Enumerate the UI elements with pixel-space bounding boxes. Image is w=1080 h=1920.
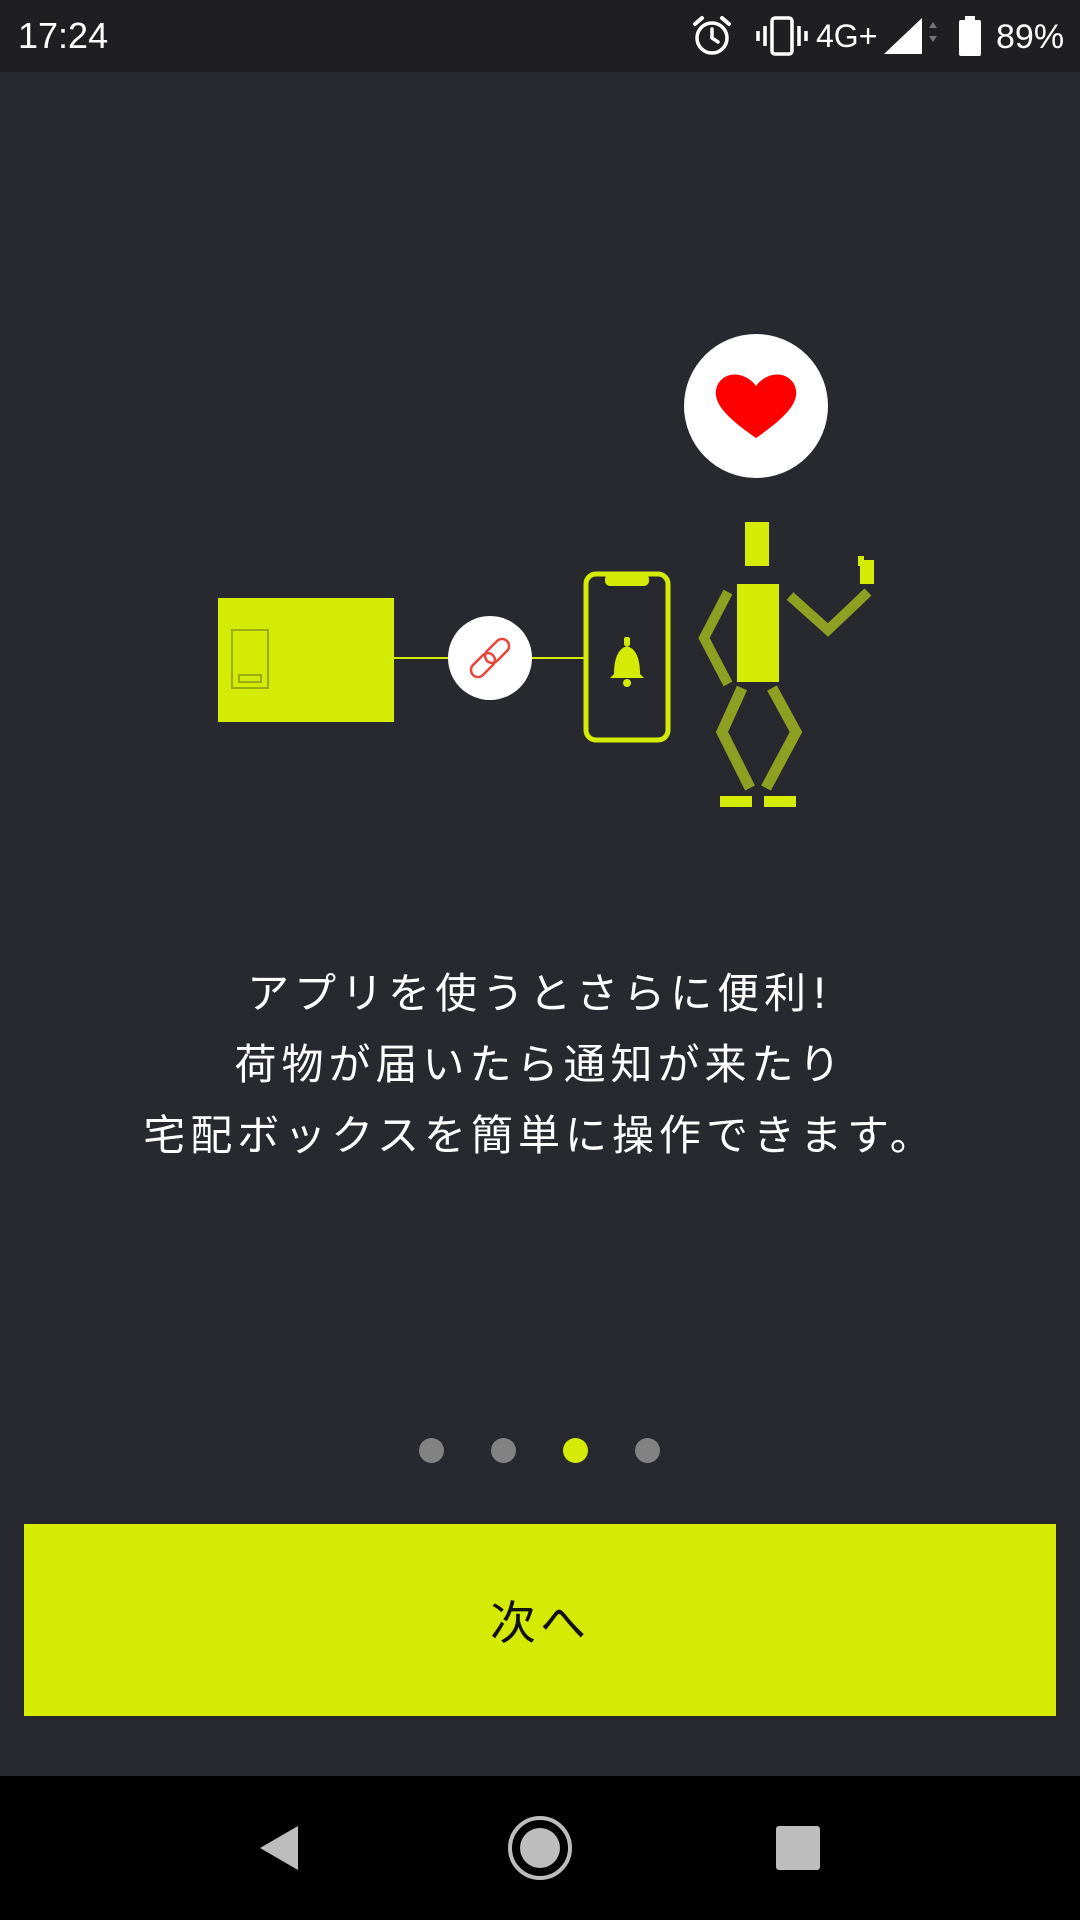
onboarding-message: アプリを使うとさらに便利! 荷物が届いたら通知が来たり 宅配ボックスを簡単に操作… [0, 958, 1080, 1171]
page-dot-3-active[interactable] [563, 1438, 588, 1463]
back-icon[interactable] [220, 1776, 340, 1920]
status-bar: 17:24 4G+ 89% [0, 0, 1080, 72]
network-type-label: 4G+ [816, 18, 878, 54]
recents-icon[interactable] [738, 1776, 858, 1920]
next-button[interactable]: 次へ [24, 1524, 1056, 1716]
vibrate-icon [756, 0, 808, 72]
page-dot-2[interactable] [491, 1438, 516, 1463]
status-time: 17:24 [18, 15, 109, 56]
signal-icon [880, 0, 938, 72]
onboarding-illustration [0, 320, 1080, 820]
next-button-label: 次へ [490, 1597, 590, 1649]
page-indicator [0, 1438, 1080, 1464]
battery-percent: 89% [996, 18, 1065, 56]
heart-icon [684, 334, 828, 478]
page-dot-1[interactable] [419, 1438, 444, 1463]
system-nav-bar [0, 1776, 1080, 1920]
home-icon[interactable] [480, 1776, 600, 1920]
page-dot-4[interactable] [635, 1438, 660, 1463]
delivery-box-icon [218, 598, 394, 722]
smartphone-bell-icon [583, 571, 671, 743]
message-line-2: 荷物が届いたら通知が来たり [234, 1040, 846, 1089]
battery-icon [956, 0, 984, 72]
message-line-1: アプリを使うとさらに便利! [247, 969, 833, 1018]
link-icon [448, 616, 532, 700]
alarm-icon [690, 0, 734, 72]
message-line-3: 宅配ボックスを簡単に操作できます。 [143, 1111, 937, 1160]
person-icon [698, 522, 874, 807]
